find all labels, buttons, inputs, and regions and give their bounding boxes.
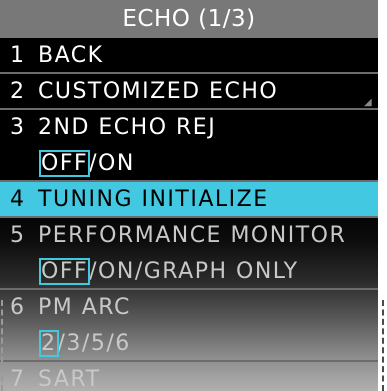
menu-item-customized-echo[interactable]: 2 CUSTOMIZED ECHO	[0, 74, 378, 110]
option-on-graph-only[interactable]: ON/GRAPH ONLY	[98, 259, 299, 284]
menu-item-tuning-initialize[interactable]: 4 TUNING INITIALIZE	[0, 182, 378, 218]
menu-item-number: 3	[10, 115, 26, 140]
option-2-selected[interactable]: 2	[39, 330, 59, 357]
option-off-selected[interactable]: OFF	[38, 150, 91, 177]
menu-item-number: 6	[10, 295, 26, 320]
dashed-border-left	[1, 300, 3, 391]
option-off-selected[interactable]: OFF	[38, 258, 91, 285]
menu-item-label: CUSTOMIZED ECHO	[38, 79, 279, 104]
menu-item-number: 7	[10, 367, 26, 391]
grip-icon: ◢	[364, 97, 372, 108]
echo-menu: ECHO (1/3) 1 BACK 2 CUSTOMIZED ECHO ◢ 3 …	[0, 0, 378, 391]
option-separator: /	[89, 151, 99, 176]
menu-item-pm-arc[interactable]: 6 PM ARC	[0, 290, 378, 326]
menu-item-back[interactable]: 1 BACK	[0, 38, 378, 74]
menu-item-performance-monitor[interactable]: 5 PERFORMANCE MONITOR	[0, 218, 378, 254]
menu-item-label: TUNING INITIALIZE	[38, 187, 269, 212]
menu-item-label: PM ARC	[38, 295, 131, 320]
menu-item-label: BACK	[38, 43, 104, 68]
menu-item-sart[interactable]: 7 SART	[0, 362, 378, 391]
menu-item-label: PERFORMANCE MONITOR	[38, 223, 347, 248]
menu-title: ECHO (1/3)	[0, 0, 378, 38]
menu-item-number: 4	[10, 187, 26, 212]
option-3-5-6[interactable]: /3/5/6	[58, 331, 131, 356]
menu-item-label: SART	[38, 367, 101, 391]
menu-item-number: 1	[10, 43, 26, 68]
dashed-border-right	[382, 300, 384, 391]
option-on[interactable]: ON	[98, 151, 135, 176]
menu-item-number: 5	[10, 223, 26, 248]
menu-item-label: 2ND ECHO REJ	[38, 115, 217, 140]
pm-arc-options: 2/3/5/6	[0, 326, 378, 362]
menu-item-2nd-echo-rej[interactable]: 3 2ND ECHO REJ	[0, 110, 378, 146]
menu-item-number: 2	[10, 79, 26, 104]
performance-monitor-options: OFF/ON/GRAPH ONLY	[0, 254, 378, 290]
echo-rej-options: OFF/ON	[0, 146, 378, 182]
option-separator: /	[89, 259, 99, 284]
